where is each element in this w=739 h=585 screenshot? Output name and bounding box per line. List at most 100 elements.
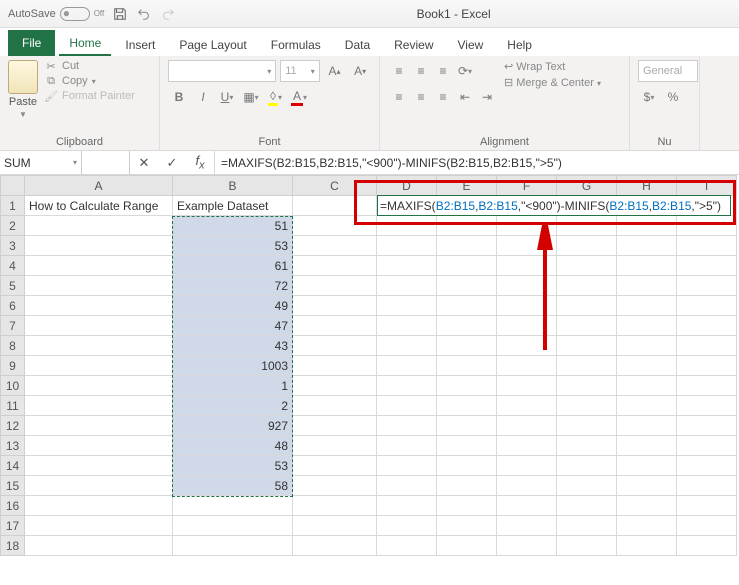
copy-button[interactable]: ⧉ Copy ▾ xyxy=(44,75,135,87)
cell[interactable]: 47 xyxy=(173,316,293,336)
cell[interactable] xyxy=(677,296,737,316)
cell[interactable] xyxy=(25,536,173,556)
cell[interactable] xyxy=(617,416,677,436)
cell[interactable] xyxy=(617,316,677,336)
row-header[interactable]: 1 xyxy=(1,196,25,216)
cell[interactable] xyxy=(293,516,377,536)
cell[interactable]: 43 xyxy=(173,336,293,356)
cell[interactable] xyxy=(497,276,557,296)
cell[interactable] xyxy=(25,516,173,536)
insert-function-button[interactable]: fx xyxy=(186,153,214,172)
cell[interactable] xyxy=(25,316,173,336)
cell[interactable] xyxy=(377,476,437,496)
row-header[interactable]: 4 xyxy=(1,256,25,276)
cell[interactable]: 58 xyxy=(173,476,293,496)
cell[interactable] xyxy=(437,476,497,496)
cell[interactable] xyxy=(377,376,437,396)
column-header[interactable]: D xyxy=(377,176,437,196)
wrap-text-button[interactable]: ↩Wrap Text xyxy=(504,60,601,73)
save-icon[interactable] xyxy=(112,6,128,22)
cell[interactable] xyxy=(677,356,737,376)
cell[interactable] xyxy=(377,536,437,556)
column-header[interactable]: I xyxy=(677,176,737,196)
cell[interactable] xyxy=(173,496,293,516)
column-header[interactable]: B xyxy=(173,176,293,196)
cell[interactable] xyxy=(617,536,677,556)
cell[interactable] xyxy=(617,236,677,256)
cell[interactable] xyxy=(557,276,617,296)
cell[interactable] xyxy=(173,536,293,556)
cell[interactable] xyxy=(557,476,617,496)
cell[interactable] xyxy=(437,316,497,336)
cell[interactable] xyxy=(497,516,557,536)
cell[interactable] xyxy=(437,436,497,456)
cell[interactable]: 48 xyxy=(173,436,293,456)
cell[interactable] xyxy=(437,256,497,276)
cell[interactable] xyxy=(557,256,617,276)
cell[interactable] xyxy=(557,456,617,476)
name-box[interactable]: SUM ▾ xyxy=(0,151,82,174)
tab-insert[interactable]: Insert xyxy=(115,33,165,56)
increase-font-button[interactable]: A▴ xyxy=(324,60,346,82)
cell[interactable] xyxy=(617,296,677,316)
cell[interactable] xyxy=(617,496,677,516)
row-header[interactable]: 10 xyxy=(1,376,25,396)
increase-indent-button[interactable]: ⇥ xyxy=(476,86,498,108)
cell[interactable] xyxy=(293,496,377,516)
cell[interactable] xyxy=(617,336,677,356)
align-middle-button[interactable]: ≡ xyxy=(410,60,432,82)
column-header[interactable]: E xyxy=(437,176,497,196)
formula-bar-input[interactable]: =MAXIFS(B2:B15,B2:B15,"<900")-MINIFS(B2:… xyxy=(215,151,739,174)
cell[interactable] xyxy=(25,376,173,396)
cell[interactable] xyxy=(437,396,497,416)
merge-center-button[interactable]: ⊟Merge & Center ▾ xyxy=(504,76,601,89)
cell[interactable] xyxy=(293,296,377,316)
cell[interactable] xyxy=(557,336,617,356)
redo-icon[interactable] xyxy=(160,6,176,22)
cell[interactable] xyxy=(437,416,497,436)
cell[interactable] xyxy=(677,256,737,276)
cell[interactable] xyxy=(677,536,737,556)
cell[interactable] xyxy=(497,256,557,276)
row-header[interactable]: 3 xyxy=(1,236,25,256)
cell[interactable] xyxy=(497,496,557,516)
cell[interactable] xyxy=(497,396,557,416)
cell[interactable] xyxy=(557,296,617,316)
percent-button[interactable]: % xyxy=(662,86,684,108)
select-all-cell[interactable] xyxy=(1,176,25,196)
cell[interactable] xyxy=(497,536,557,556)
cell[interactable] xyxy=(437,456,497,476)
cell[interactable]: 927 xyxy=(173,416,293,436)
decrease-font-button[interactable]: A▾ xyxy=(349,60,371,82)
cell[interactable] xyxy=(617,356,677,376)
cell[interactable] xyxy=(677,396,737,416)
cell[interactable] xyxy=(617,476,677,496)
cell[interactable] xyxy=(293,456,377,476)
cell[interactable] xyxy=(617,256,677,276)
cell[interactable] xyxy=(677,376,737,396)
cell[interactable] xyxy=(293,256,377,276)
cell[interactable] xyxy=(25,396,173,416)
cell[interactable] xyxy=(617,456,677,476)
cell[interactable] xyxy=(25,436,173,456)
cell[interactable] xyxy=(497,436,557,456)
cell[interactable] xyxy=(25,276,173,296)
row-header[interactable]: 16 xyxy=(1,496,25,516)
cell[interactable] xyxy=(677,416,737,436)
cell[interactable] xyxy=(293,476,377,496)
cell[interactable] xyxy=(557,216,617,236)
font-name-select[interactable]: ▾ xyxy=(168,60,276,82)
underline-button[interactable]: U▾ xyxy=(216,86,238,108)
cell[interactable] xyxy=(557,516,617,536)
cell[interactable] xyxy=(377,436,437,456)
paste-button[interactable]: Paste ▼ xyxy=(8,60,38,119)
cell[interactable] xyxy=(25,336,173,356)
cell[interactable] xyxy=(557,376,617,396)
cell[interactable] xyxy=(677,436,737,456)
cell[interactable] xyxy=(377,336,437,356)
tab-review[interactable]: Review xyxy=(384,33,443,56)
enter-formula-button[interactable]: ✓ xyxy=(158,155,186,171)
column-header[interactable]: H xyxy=(617,176,677,196)
orientation-button[interactable]: ⟳▾ xyxy=(454,60,476,82)
align-right-button[interactable]: ≡ xyxy=(432,86,454,108)
